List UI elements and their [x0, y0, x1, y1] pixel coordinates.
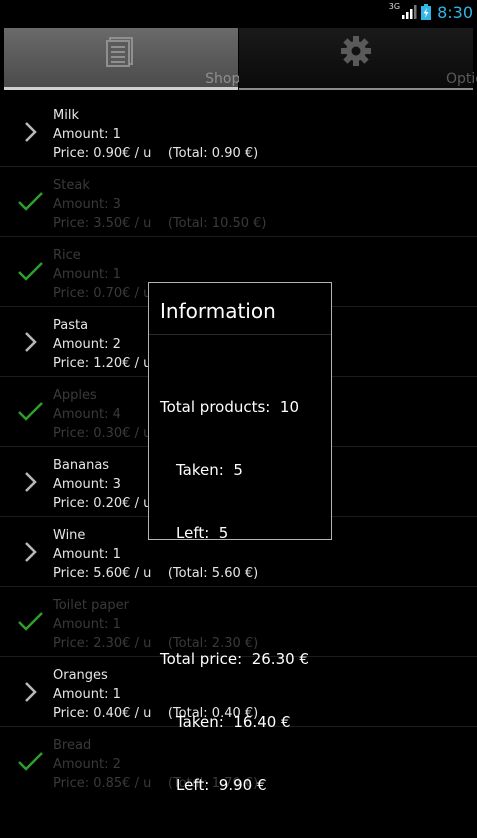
list-icon — [106, 37, 133, 67]
chevron-right-icon — [25, 472, 37, 492]
list-item[interactable]: Milk Amount: 1 Price: 0.90€ / u (Total: … — [0, 97, 477, 167]
total-products-text: Total products: 10 — [160, 398, 299, 416]
battery-charging-icon — [421, 4, 432, 20]
item-amount: Amount: 3 — [53, 197, 121, 212]
chevron-right-icon — [25, 332, 37, 352]
checkmark-icon — [18, 402, 43, 421]
network-type-label: 3G — [388, 1, 401, 11]
list-item-text: Milk Amount: 1 Price: 0.90€ / u (Total: … — [53, 106, 258, 163]
information-dialog[interactable]: Information Total products: 10 Taken: 5 … — [148, 282, 332, 794]
chevron-right-icon — [25, 542, 37, 562]
price-left-text: Left: 9.90 € — [176, 776, 267, 794]
chevron-right-icon — [25, 122, 37, 142]
price-taken-text: Taken: 16.40 € — [176, 713, 291, 731]
chevron-right-icon — [25, 682, 37, 702]
item-name: Rice — [53, 248, 81, 263]
item-name: Steak — [53, 178, 90, 193]
dialog-spacer — [160, 586, 309, 607]
products-left-text: Left: 5 — [176, 524, 229, 542]
signal-icon — [402, 5, 417, 19]
tab-options-label: Options — [445, 71, 477, 87]
dialog-title: Information — [160, 299, 276, 323]
item-name: Milk — [53, 108, 79, 123]
checkmark-icon — [18, 262, 43, 281]
tab-options[interactable]: Options — [239, 28, 477, 90]
clock: 8:30 — [437, 2, 473, 22]
status-icons: 3G 8:30 — [389, 0, 473, 24]
checkmark-icon — [18, 752, 43, 771]
list-item-text: Steak Amount: 3 Price: 3.50€ / u (Total:… — [53, 176, 267, 233]
tab-shopping[interactable]: Shopping — [4, 28, 271, 90]
status-bar: 3G 8:30 — [0, 0, 477, 24]
dialog-body: Total products: 10 Taken: 5 Left: 5 Tota… — [160, 355, 309, 838]
dialog-divider — [149, 334, 331, 335]
checkmark-icon — [18, 612, 43, 631]
tab-bar: Shopping Options — [4, 28, 477, 92]
item-amount: Amount: 1 — [53, 127, 121, 142]
item-price: Price: 0.90€ / u (Total: 0.90 €) — [53, 146, 259, 161]
total-price-text: Total price: 26.30 € — [160, 650, 309, 668]
products-taken-text: Taken: 5 — [176, 461, 243, 479]
list-item[interactable]: Steak Amount: 3 Price: 3.50€ / u (Total:… — [0, 167, 477, 237]
item-price: Price: 3.50€ / u (Total: 10.50 €) — [53, 216, 267, 231]
gear-icon — [341, 36, 371, 66]
checkmark-icon — [18, 192, 43, 211]
